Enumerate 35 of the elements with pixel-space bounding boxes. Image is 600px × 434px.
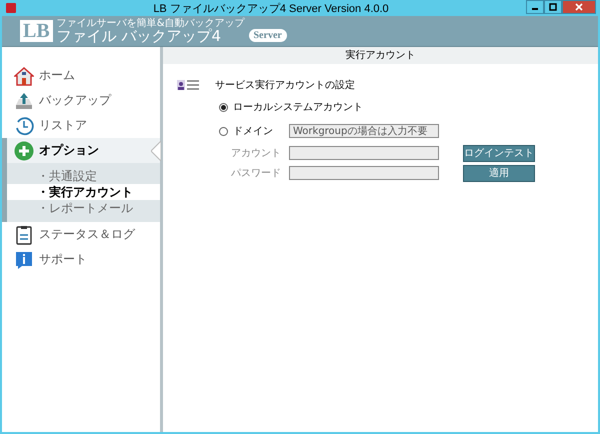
close-icon: [575, 3, 583, 11]
subnav-item[interactable]: ・共通設定: [7, 168, 160, 184]
field-label: パスワード: [230, 167, 282, 180]
maximize-button[interactable]: [544, 0, 562, 14]
nav-item[interactable]: オプション: [2, 138, 160, 163]
upload-tray-icon: [14, 90, 34, 110]
close-button[interactable]: [562, 0, 596, 14]
maximize-icon: [549, 3, 557, 11]
nav-item[interactable]: ステータス＆ログ: [2, 222, 160, 247]
subnav-item[interactable]: ・実行アカウント: [7, 184, 160, 200]
clipboard-icon: [14, 224, 34, 244]
brand-mark: LB: [20, 20, 53, 42]
action-button[interactable]: 適用: [463, 164, 535, 182]
field-label: アカウント: [230, 147, 282, 160]
minimize-button[interactable]: [526, 0, 544, 14]
brand-name: ファイル バックアップ4: [56, 28, 221, 44]
radio-option[interactable]: ローカルシステムアカウント: [219, 100, 463, 114]
page-title: 実行アカウント: [163, 47, 598, 64]
brand-tagline: ファイルサーバを簡単&自動バックアップ: [56, 18, 244, 28]
subnav-item[interactable]: ・レポートメール: [7, 200, 160, 216]
nav-item[interactable]: バックアップ: [2, 88, 160, 113]
clock-icon: [14, 116, 34, 136]
id-card-icon: [177, 79, 199, 91]
house-icon: [14, 66, 34, 86]
nav-item[interactable]: リストア: [2, 113, 160, 138]
nav-item[interactable]: サポート: [2, 247, 160, 272]
action-button[interactable]: ログインテスト: [463, 144, 535, 162]
window-title: LB ファイルバックアップ4 Server Version 4.0.0: [152, 2, 390, 16]
info-icon: [14, 250, 34, 270]
plus-icon: [14, 140, 34, 160]
section-title: サービス実行アカウントの設定: [215, 78, 355, 92]
edition-badge: Server: [248, 28, 287, 42]
app-icon: [6, 3, 16, 13]
radio-option[interactable]: ドメイン: [219, 124, 289, 138]
nav-item[interactable]: ホーム: [2, 63, 160, 88]
